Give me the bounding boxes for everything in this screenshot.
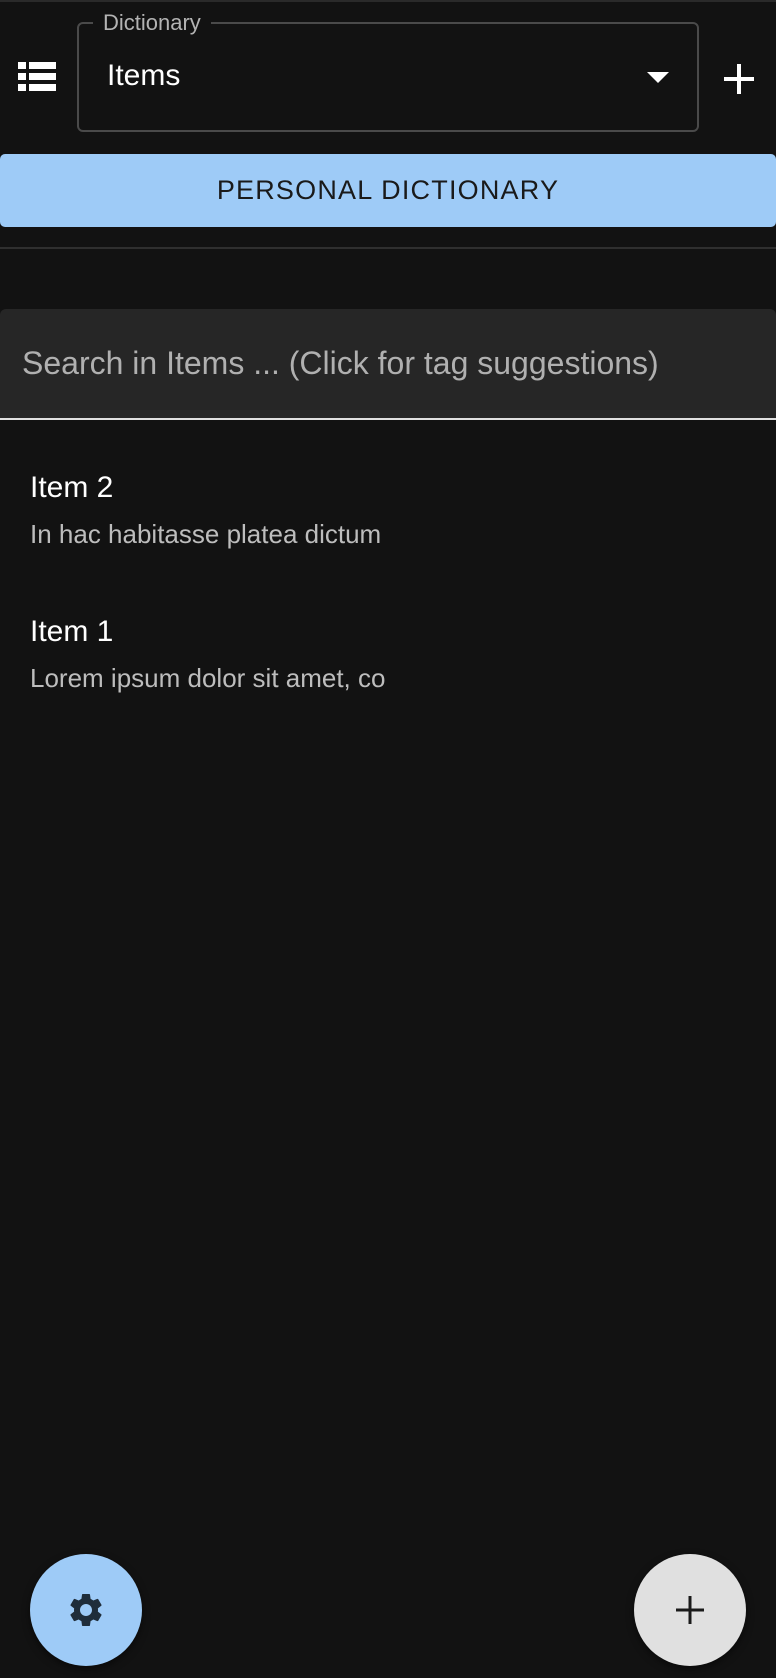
- section-divider: [0, 247, 776, 249]
- settings-button[interactable]: [30, 1554, 142, 1666]
- caret-down-icon: [647, 72, 669, 83]
- plus-icon: [676, 1596, 704, 1624]
- top-divider: [0, 0, 776, 2]
- dictionary-select[interactable]: Dictionary Items: [77, 10, 699, 132]
- item-title: Item 1: [30, 615, 114, 648]
- add-dictionary-button[interactable]: [722, 62, 756, 96]
- gear-icon: [70, 1594, 102, 1626]
- search-input[interactable]: [22, 309, 762, 418]
- plus-icon: [724, 64, 754, 94]
- dictionary-select-value: Items: [107, 59, 181, 92]
- add-item-button[interactable]: [634, 1554, 746, 1666]
- item-description: In hac habitasse platea dictum: [30, 519, 382, 549]
- list-item[interactable]: Item 2 In hac habitasse platea dictum: [0, 470, 776, 600]
- item-title: Item 2: [30, 471, 114, 504]
- personal-dictionary-button[interactable]: PERSONAL DICTIONARY: [0, 154, 776, 227]
- list-item[interactable]: Item 1 Lorem ipsum dolor sit amet, co: [0, 614, 776, 744]
- dictionary-select-label: Dictionary: [93, 10, 211, 36]
- view-list-icon[interactable]: [18, 62, 56, 92]
- item-description: Lorem ipsum dolor sit amet, co: [30, 663, 386, 693]
- search-box[interactable]: [0, 309, 776, 420]
